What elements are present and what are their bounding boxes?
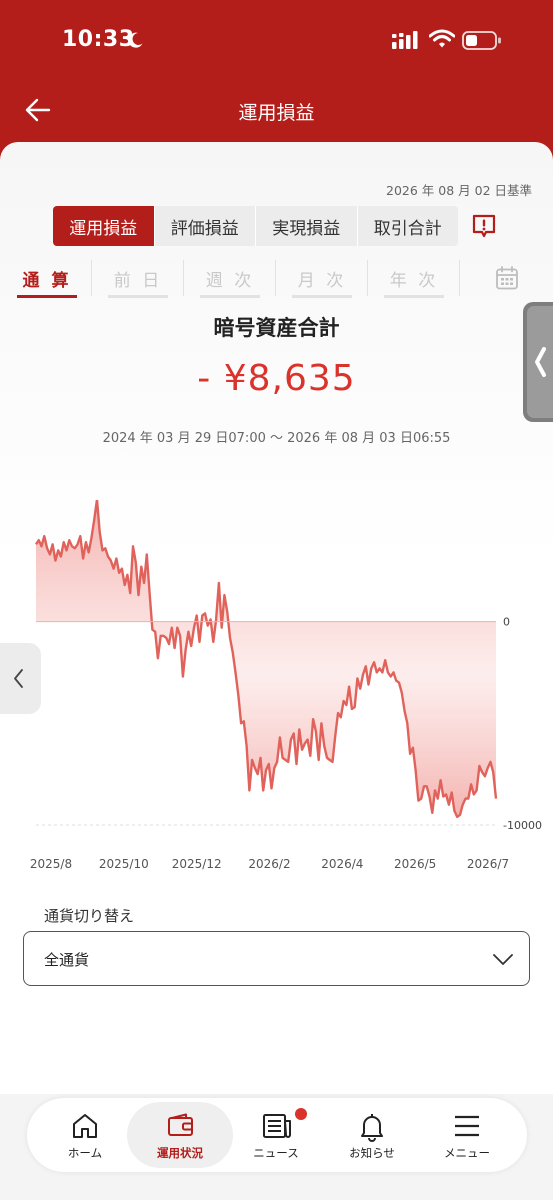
- pnl-type-segment: 運用損益 評価損益 実現損益 取引合計: [53, 206, 458, 246]
- y-tick-label: -10000: [503, 819, 542, 832]
- divider: [367, 260, 368, 296]
- tab-label: ホーム: [67, 1146, 103, 1160]
- page-title: 運用損益: [238, 102, 315, 124]
- date-range: 2024 年 03 月 29 日07:00 ～ 2026 年 08 月 03 日…: [102, 431, 451, 446]
- bottom-tab-bar: ホーム 運用状況 ニュース お知らせ メニュー: [27, 1098, 527, 1172]
- segment-valuation-pnl[interactable]: 評価損益: [155, 206, 256, 246]
- base-date: 2026 年 08 月 02 日基準: [386, 183, 532, 198]
- menu-icon: [455, 1115, 479, 1137]
- alert-icon[interactable]: [471, 213, 497, 239]
- calendar-icon[interactable]: [496, 266, 518, 290]
- tab-label: 運用状況: [157, 1146, 203, 1160]
- asset-title: 暗号資産合計: [213, 316, 340, 340]
- period-underline: [17, 295, 77, 298]
- x-tick-label: 2025/10: [99, 857, 149, 871]
- status-time: 10:33: [62, 27, 135, 52]
- status-bar: 10:33: [0, 0, 553, 80]
- x-tick-label: 2026/2: [248, 857, 290, 871]
- segment-trade-total[interactable]: 取引合計: [358, 206, 459, 246]
- divider: [459, 260, 460, 296]
- period-underline: [200, 295, 260, 298]
- period-tab-label: 年 次: [389, 271, 439, 291]
- news-badge-dot: [295, 1108, 307, 1120]
- total-pnl-value: - ¥8,635: [197, 358, 356, 399]
- currency-selected-value: 全通貨: [44, 951, 90, 969]
- period-tab-label: 月 次: [297, 271, 347, 291]
- period-tab-monthly[interactable]: 月 次: [292, 258, 352, 298]
- cellular-signal-icon: [392, 31, 418, 49]
- x-tick-labels: 2025/8 2025/10 2025/12 2026/2 2026/4 2026/5 20…: [30, 857, 509, 871]
- chevron-down-icon: [493, 954, 513, 965]
- tab-label: メニュー: [444, 1146, 490, 1160]
- period-underline: [292, 295, 352, 298]
- pnl-area-chart: 0 -10000 2025/8 2025/10 2025/12 2026/2 2026/…: [30, 500, 542, 871]
- x-tick-label: 2025/12: [172, 857, 222, 871]
- x-tick-label: 2025/8: [30, 857, 72, 871]
- period-tab-total[interactable]: 通 算: [17, 258, 77, 298]
- tab-label: お知らせ: [349, 1146, 395, 1160]
- tab-notifications[interactable]: お知らせ: [322, 1098, 422, 1172]
- period-tab-label: 前 日: [113, 271, 163, 291]
- divider: [183, 260, 184, 296]
- tab-news[interactable]: ニュース: [226, 1098, 326, 1172]
- period-tab-label: 週 次: [205, 271, 255, 291]
- divider: [275, 260, 276, 296]
- moon-icon: [128, 32, 143, 48]
- segment-operating-pnl[interactable]: 運用損益: [53, 206, 155, 246]
- period-tab-previous-day[interactable]: 前 日: [108, 258, 168, 298]
- battery-icon: [462, 31, 501, 50]
- period-underline: [384, 295, 444, 298]
- tab-home[interactable]: ホーム: [35, 1098, 135, 1172]
- tab-menu[interactable]: メニュー: [417, 1098, 517, 1172]
- currency-switch-label: 通貨切り替え: [44, 907, 135, 925]
- wallet-icon: [168, 1113, 193, 1136]
- period-underline: [108, 295, 168, 298]
- segment-realized-pnl[interactable]: 実現損益: [256, 206, 358, 246]
- period-tabs: 通 算 前 日 週 次 月 次 年 次: [0, 258, 553, 300]
- tab-portfolio-status[interactable]: 運用状況: [127, 1098, 233, 1172]
- period-tab-yearly[interactable]: 年 次: [384, 258, 444, 298]
- news-icon: [263, 1114, 291, 1138]
- tab-label: ニュース: [253, 1146, 299, 1160]
- period-tab-weekly[interactable]: 週 次: [200, 258, 260, 298]
- wifi-icon: [429, 29, 455, 48]
- home-icon: [73, 1114, 97, 1138]
- period-tab-label: 通 算: [22, 271, 72, 291]
- divider: [91, 260, 92, 296]
- bell-icon: [361, 1114, 383, 1142]
- currency-select[interactable]: 全通貨: [23, 931, 530, 986]
- x-tick-label: 2026/5: [394, 857, 436, 871]
- x-tick-label: 2026/7: [467, 857, 509, 871]
- y-tick-label: 0: [503, 616, 510, 629]
- x-tick-label: 2026/4: [321, 857, 363, 871]
- app-header: 運用損益: [0, 80, 553, 140]
